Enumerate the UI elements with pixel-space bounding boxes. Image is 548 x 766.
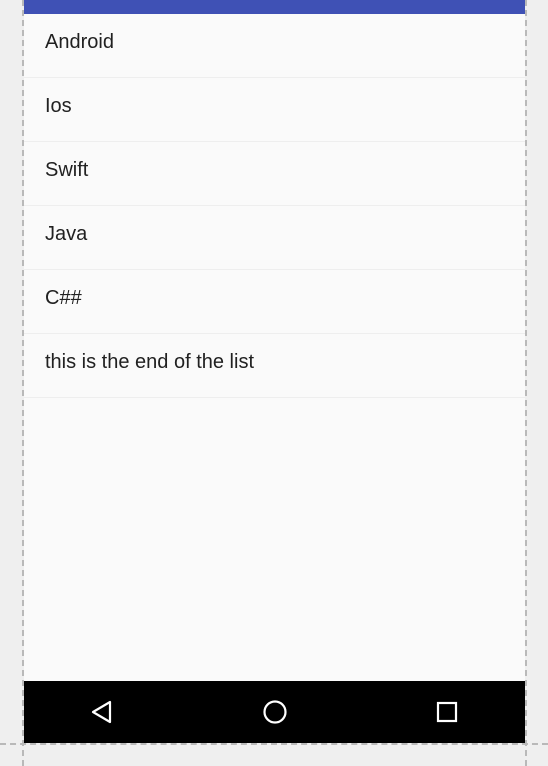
list-item-label: Swift <box>45 159 89 181</box>
list-item[interactable]: C## <box>24 270 525 334</box>
nav-recents-button[interactable] <box>417 681 477 743</box>
app-bar <box>24 0 525 14</box>
language-list[interactable]: Android Ios Swift Java C## this is the e… <box>24 14 525 398</box>
system-navigation-bar <box>24 681 525 743</box>
list-item-label: Java <box>45 223 88 245</box>
list-item-label: Android <box>45 31 114 53</box>
list-item[interactable]: Ios <box>24 78 525 142</box>
layout-guide-bottom <box>0 743 548 745</box>
list-item[interactable]: this is the end of the list <box>24 334 525 398</box>
phone-screen: Android Ios Swift Java C## this is the e… <box>24 0 525 743</box>
list-item-label: this is the end of the list <box>45 351 255 373</box>
home-circle-icon <box>263 700 287 724</box>
list-item-label: Ios <box>45 95 72 117</box>
list-item-label: C## <box>45 287 82 309</box>
list-item[interactable]: Java <box>24 206 525 270</box>
list-item[interactable]: Android <box>24 14 525 78</box>
nav-back-button[interactable] <box>72 681 132 743</box>
back-triangle-icon <box>91 700 112 724</box>
list-item[interactable]: Swift <box>24 142 525 206</box>
layout-guide-right <box>525 0 527 766</box>
nav-home-button[interactable] <box>245 681 305 743</box>
recents-square-icon <box>436 701 458 723</box>
